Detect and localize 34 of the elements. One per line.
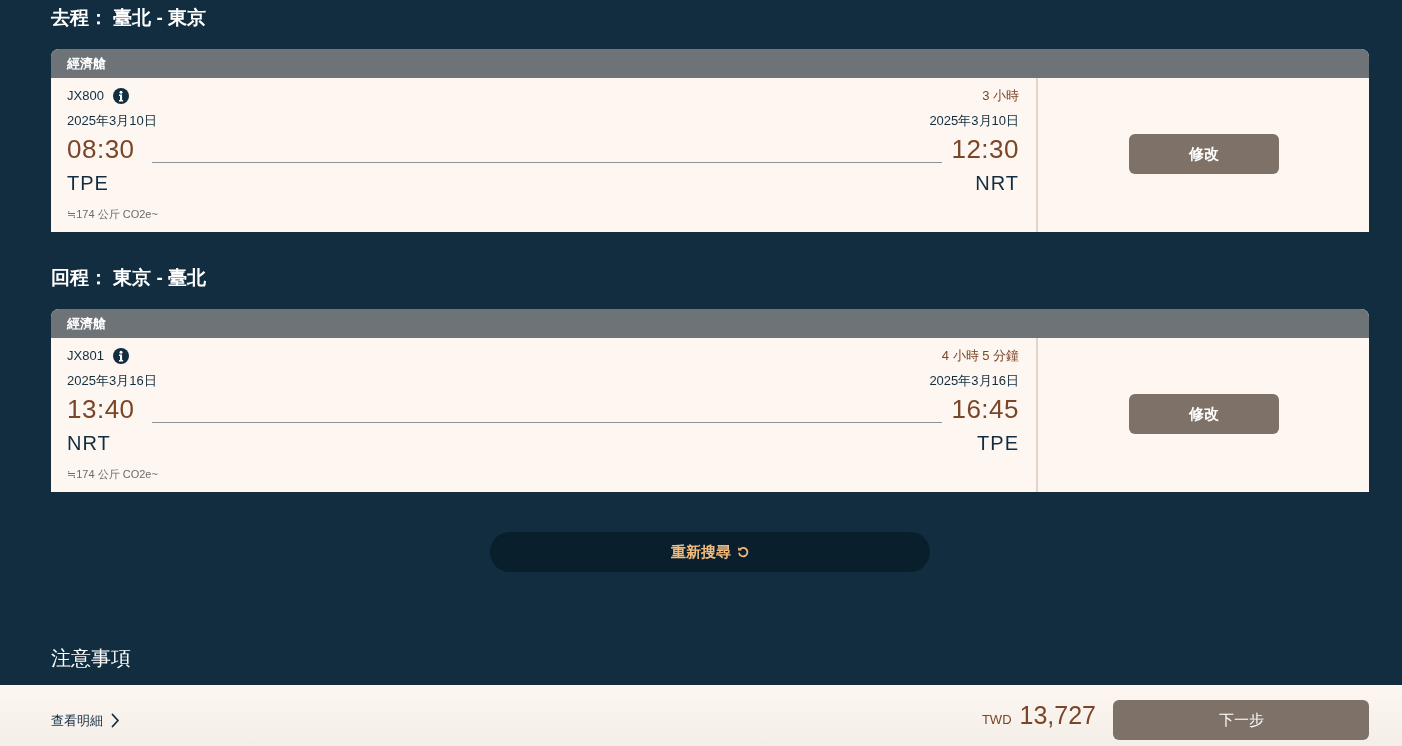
departure-time: 13:40 (67, 395, 135, 423)
flight-duration: 3 小時 (982, 88, 1019, 104)
leg-heading: 去程： 臺北 - 東京 (51, 6, 207, 30)
research-button[interactable]: 重新搜尋 (490, 532, 930, 572)
departure-date: 2025年3月16日 (67, 373, 157, 389)
arrival-airport: NRT (975, 171, 1019, 195)
chevron-right-icon (111, 713, 120, 728)
flight-number: JX800 (67, 88, 104, 104)
refresh-icon (737, 546, 749, 558)
arrival-date: 2025年3月10日 (929, 113, 1019, 129)
arrival-time: 16:45 (951, 395, 1019, 423)
leg-heading: 回程： 東京 - 臺北 (51, 266, 207, 290)
modify-button[interactable]: 修改 (1128, 394, 1279, 434)
info-icon[interactable] (112, 348, 129, 364)
arrival-airport: TPE (977, 431, 1019, 455)
arrival-time: 12:30 (951, 135, 1019, 163)
emissions-text: ≒174 公斤 CO2e~ (67, 207, 158, 221)
flight-duration: 4 小時 5 分鐘 (941, 348, 1019, 364)
arrival-date: 2025年3月16日 (929, 373, 1019, 389)
cabin-header: 經濟艙 (51, 309, 1369, 338)
next-button[interactable]: 下一步 (1113, 700, 1369, 740)
departure-airport: TPE (67, 171, 109, 195)
flight-number: JX801 (67, 348, 104, 364)
details-link[interactable]: 查看明細 (51, 711, 120, 730)
total-price: 13,727 (1019, 701, 1096, 730)
modify-button[interactable]: 修改 (1128, 134, 1279, 174)
info-icon[interactable] (112, 88, 129, 104)
cabin-header: 經濟艙 (51, 49, 1369, 78)
emissions-text: ≒174 公斤 CO2e~ (67, 467, 158, 481)
departure-time: 08:30 (67, 135, 135, 163)
currency-label: TWD (981, 712, 1012, 727)
notice-heading: 注意事項 (51, 646, 131, 671)
departure-airport: NRT (67, 431, 111, 455)
departure-date: 2025年3月10日 (67, 113, 157, 129)
